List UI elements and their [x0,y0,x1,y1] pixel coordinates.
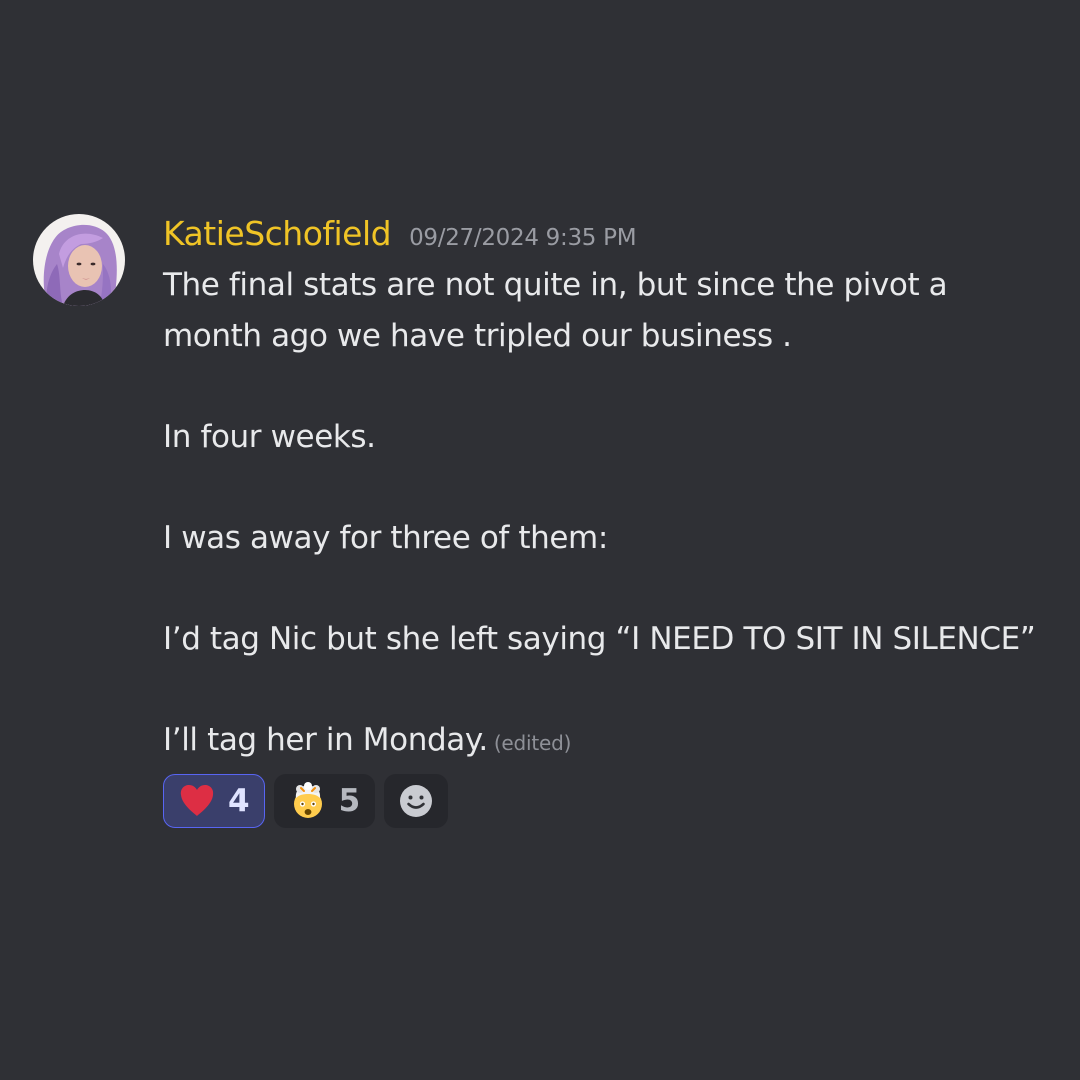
reaction-heart-count: 4 [228,783,250,819]
message-paragraph-2: In four weeks. [163,418,376,455]
message-content: KatieSchofield 09/27/2024 9:35 PM The fi… [163,214,1043,828]
message-paragraph-4: I’d tag Nic but she left saying “I NEED … [163,620,1036,657]
message-paragraph-1: The final stats are not quite in, but si… [163,267,948,354]
reaction-exploding-head[interactable]: 5 [273,774,376,828]
add-reaction-button[interactable] [384,774,449,828]
message-paragraph-5: I’ll tag her in Monday. (edited) [163,715,1043,769]
message-body: The final stats are not quite in, but si… [163,260,1043,768]
reaction-exploding-head-count: 5 [338,783,361,819]
avatar-image [33,214,125,306]
reactions-bar: 4 5 [163,774,1043,828]
avatar[interactable] [33,214,125,306]
smiley-add-reaction-icon [400,785,433,817]
red-heart-icon [180,785,214,816]
message-header: KatieSchofield 09/27/2024 9:35 PM [163,214,1043,260]
reaction-heart[interactable]: 4 [163,774,265,828]
exploding-head-icon [293,782,322,818]
timestamp[interactable]: 09/27/2024 9:35 PM [409,225,636,251]
message-paragraph-5-text: I’ll tag her in Monday. [163,721,488,758]
edited-label: (edited) [493,730,572,755]
message-paragraph-3: I was away for three of them: [163,519,608,556]
username[interactable]: KatieSchofield [163,214,392,253]
